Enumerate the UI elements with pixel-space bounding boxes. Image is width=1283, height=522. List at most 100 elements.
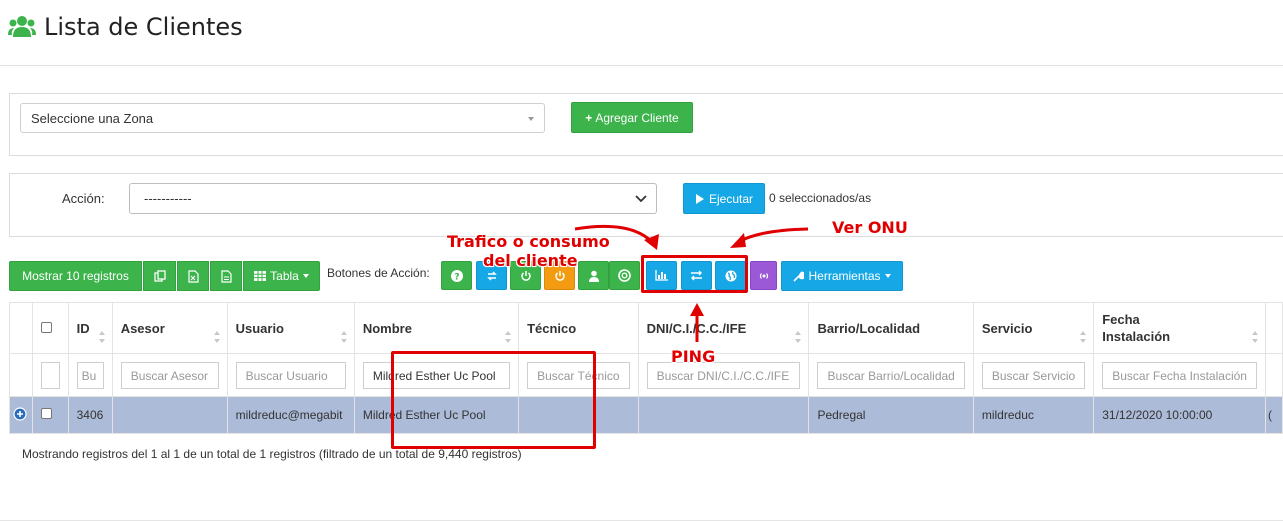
selected-count: 0 seleccionados/as (769, 191, 872, 205)
cell-dni (637, 396, 810, 434)
page-title: Lista de Clientes (44, 13, 243, 41)
sort-icon (1080, 331, 1087, 343)
column-header-asesor[interactable]: Asesor (111, 302, 228, 354)
excel-button[interactable] (177, 261, 209, 291)
filter-input-asesor[interactable]: Buscar Asesor (120, 361, 219, 389)
execute-label: Ejecutar (708, 191, 754, 206)
column-header-fecha[interactable]: Fecha Instalación (1093, 302, 1266, 354)
table-row[interactable]: 3406 mildreduc@megabit Mildred Esther Uc… (9, 396, 1283, 434)
plus-icon: + (585, 110, 593, 125)
table-icon (254, 271, 267, 281)
column-header-expand (9, 302, 33, 354)
zone-panel: Seleccione una Zona + Agregar Cliente (9, 93, 1283, 156)
filter-cell-id: Bu (67, 353, 113, 397)
filter-input-fecha[interactable]: Buscar Fecha Instalación (1102, 361, 1257, 389)
column-header-barrio[interactable]: Barrio/Localidad (808, 302, 974, 354)
sort-icon (505, 331, 512, 343)
column-header-usuario[interactable]: Usuario (226, 302, 355, 354)
page-header: Lista de Clientes (8, 10, 243, 44)
client-profile-button[interactable] (578, 261, 609, 290)
action-buttons-label: Botones de Acción: (327, 266, 430, 280)
clients-table: ID Asesor Usuario Nombre Técnico DNI/C.I… (9, 302, 1283, 434)
row-checkbox[interactable] (40, 408, 52, 419)
action-label: Acción: (62, 191, 105, 206)
pdf-button[interactable] (210, 261, 242, 291)
sort-icon (98, 331, 105, 343)
column-header-id[interactable]: ID (67, 302, 113, 354)
caret-down-icon (884, 274, 891, 278)
column-header-tecnico[interactable]: Técnico (518, 302, 639, 354)
cell-usuario: mildreduc@megabit (226, 396, 355, 434)
excel-icon (187, 269, 199, 283)
column-header-nombre[interactable]: Nombre (353, 302, 520, 354)
select-all-checkbox[interactable] (40, 321, 52, 333)
expand-plus-icon[interactable] (13, 406, 27, 421)
signal-icon (759, 272, 768, 279)
cell-barrio: Pedregal (808, 396, 974, 434)
power-icon (520, 270, 531, 281)
filter-input-usuario[interactable]: Buscar Usuario (235, 361, 346, 389)
column-header-dni[interactable]: DNI/C.I./C.C./IFE (637, 302, 810, 354)
filter-cell-dni: Buscar DNI/C.I./C.C./IFE (637, 353, 810, 397)
filter-input-barrio[interactable]: Buscar Barrio/Localidad (817, 361, 965, 389)
column-header-more[interactable] (1264, 302, 1283, 354)
column-header-servicio[interactable]: Servicio (972, 302, 1095, 354)
cell-asesor (111, 396, 228, 434)
column-header-label: Fecha Instalación (1102, 312, 1171, 344)
play-icon (695, 193, 704, 204)
column-header-label: Barrio/Localidad (817, 320, 921, 336)
filter-input-id[interactable]: Bu (76, 361, 104, 389)
footer-divider (0, 520, 1283, 521)
annotation-traffic-line1: Trafico o consumo (447, 232, 610, 251)
filter-cell-asesor: Buscar Asesor (111, 353, 228, 397)
filter-cell-more (1264, 353, 1283, 397)
filter-row: Bu Buscar Asesor Buscar Usuario Mildred … (9, 353, 1283, 397)
copy-icon (153, 270, 166, 282)
show-records-button[interactable]: Mostrar 10 registros (9, 261, 142, 291)
caret-down-icon (302, 274, 309, 278)
column-header-label: Usuario (235, 320, 284, 336)
table-view-button[interactable]: Tabla (243, 261, 320, 291)
zone-select[interactable]: Seleccione una Zona (20, 103, 545, 133)
expand-cell[interactable] (9, 396, 33, 434)
copy-button[interactable] (143, 261, 176, 291)
column-header-label: Técnico (527, 320, 577, 336)
annotation-box-buttons (641, 255, 748, 293)
execute-button[interactable]: Ejecutar (683, 183, 765, 214)
filter-input-dni[interactable]: Buscar DNI/C.I./C.C./IFE (646, 361, 801, 389)
add-client-button[interactable]: + Agregar Cliente (571, 102, 693, 133)
filter-cell-barrio: Buscar Barrio/Localidad (808, 353, 974, 397)
action-select-value: ----------- (144, 191, 192, 206)
table-view-label: Tabla (270, 269, 299, 283)
add-client-label: Agregar Cliente (595, 110, 679, 125)
header-divider (0, 65, 1283, 66)
zone-select-placeholder: Seleccione una Zona (31, 111, 154, 126)
filter-input-select[interactable] (40, 361, 60, 389)
signal-button[interactable] (750, 261, 777, 290)
annotation-traffic-line2: del cliente (483, 251, 578, 270)
tools-label: Herramientas (808, 269, 881, 283)
tools-button[interactable]: Herramientas (781, 261, 903, 291)
help-button[interactable]: ? (441, 261, 472, 290)
column-header-select[interactable] (31, 302, 69, 354)
pdf-icon (220, 269, 232, 283)
action-select[interactable]: ----------- (129, 183, 657, 214)
lifebuoy-icon (618, 269, 631, 282)
user-icon (588, 270, 599, 282)
wrench-icon (793, 271, 805, 282)
column-header-label: Asesor (120, 320, 165, 336)
show-records-label: Mostrar 10 registros (22, 269, 129, 283)
users-icon (8, 16, 36, 37)
filter-cell-fecha: Buscar Fecha Instalación (1093, 353, 1266, 397)
column-header-label: ID (76, 320, 90, 336)
filter-input-servicio[interactable]: Buscar Servicio (981, 361, 1086, 389)
filter-cell-select (31, 353, 69, 397)
cell-more: ( (1264, 396, 1283, 434)
sort-icon (213, 331, 220, 343)
column-header-label: DNI/C.I./C.C./IFE (646, 320, 747, 336)
sort-icon (340, 331, 347, 343)
support-button[interactable] (609, 261, 640, 290)
caret-down-icon (528, 117, 534, 121)
row-select-cell[interactable] (31, 396, 69, 434)
cell-id: 3406 (67, 396, 113, 434)
